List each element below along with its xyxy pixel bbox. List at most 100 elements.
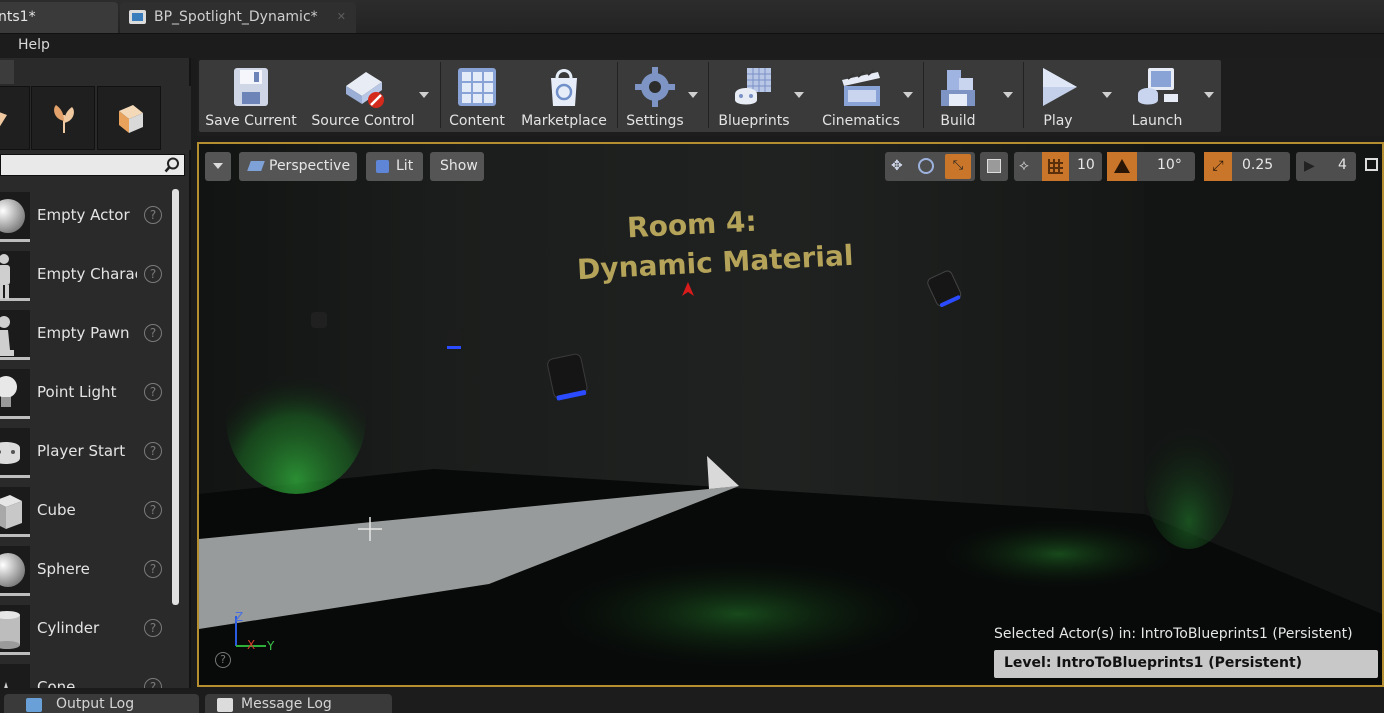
angle-icon — [1114, 159, 1130, 173]
modes-list-item[interactable]: Empty Pawn? — [0, 306, 172, 365]
modes-list-item[interactable]: Cylinder? — [0, 601, 172, 660]
launch-dropdown[interactable] — [1204, 92, 1214, 98]
launch-label: Launch — [1131, 113, 1183, 129]
blueprints-button[interactable]: Blueprints — [711, 60, 797, 132]
foliage-mode-button[interactable] — [31, 86, 95, 150]
tab-level[interactable]: nts1* — [0, 2, 118, 33]
camera-speed-value: 4 — [1338, 157, 1347, 173]
modes-list-item[interactable]: Player Start? — [0, 424, 172, 483]
transform-tools: ✥ ⤡ — [885, 152, 975, 181]
scale-snap-toggle[interactable]: ⤢ — [1204, 152, 1232, 181]
scale-icon[interactable]: ⤡ — [945, 154, 971, 179]
world-local-button[interactable] — [980, 152, 1008, 181]
axis-z-label: Z — [235, 610, 244, 624]
foliage-icon — [54, 105, 74, 133]
scene-render — [199, 144, 1382, 685]
play-dropdown[interactable] — [1102, 92, 1112, 98]
scale-snap-group: ⤢ 0.25 — [1204, 152, 1290, 181]
modes-list-item[interactable]: Empty Actor? — [0, 188, 172, 247]
help-icon[interactable]: ? — [144, 442, 162, 460]
cinematics-dropdown[interactable] — [903, 92, 913, 98]
help-icon[interactable]: ? — [144, 678, 162, 688]
blueprints-dropdown[interactable] — [794, 92, 804, 98]
menu-help[interactable]: Help — [18, 37, 50, 53]
marketplace-button[interactable]: Marketplace — [515, 60, 613, 132]
content-button[interactable]: Content — [443, 60, 511, 132]
modes-list-item[interactable]: Cone? — [0, 660, 172, 688]
source-control-dropdown[interactable] — [419, 92, 429, 98]
build-icon — [941, 70, 975, 106]
main-toolbar: Save Current Source Control Content Mark… — [197, 58, 1384, 136]
geometry-mode-button[interactable] — [97, 86, 161, 150]
source-control-icon — [346, 72, 384, 108]
help-icon[interactable]: ? — [215, 652, 231, 668]
build-button[interactable]: Build — [926, 60, 990, 132]
play-label: Play — [1043, 113, 1073, 129]
axis-x-label: X — [247, 638, 256, 652]
rotation-snap-value[interactable]: 10° — [1157, 157, 1182, 173]
modes-item-label: Sphere — [37, 560, 90, 578]
help-icon[interactable]: ? — [144, 619, 162, 637]
grid-snap-toggle[interactable] — [1042, 152, 1069, 181]
launch-icon — [1138, 68, 1178, 105]
perspective-button[interactable]: Perspective — [239, 152, 357, 181]
document-tab-bar: nts1* BP_Spotlight_Dynamic* ✕ — [0, 0, 1384, 34]
modes-panel-tab[interactable] — [0, 60, 14, 84]
modes-scrollbar[interactable] — [172, 189, 179, 605]
show-button[interactable]: Show — [430, 152, 484, 181]
source-control-button[interactable]: Source Control — [305, 60, 421, 132]
camera-icon: ▶ — [1304, 158, 1315, 174]
modes-item-list: Empty Actor? Empty Charac? Empty Pawn? Poin… — [0, 188, 176, 688]
modes-panel: Empty Actor? Empty Charac? Empty Pawn? Poin… — [0, 58, 191, 688]
save-current-button[interactable]: Save Current — [201, 60, 301, 132]
help-icon[interactable]: ? — [144, 383, 162, 401]
help-icon[interactable]: ? — [144, 501, 162, 519]
scale-snap-value[interactable]: 0.25 — [1242, 157, 1273, 173]
grid-snap-value[interactable]: 10 — [1077, 157, 1095, 173]
camera-speed-button[interactable]: ▶ 4 — [1296, 152, 1356, 181]
modes-list-item[interactable]: Cube? — [0, 483, 172, 542]
settings-button[interactable]: Settings — [620, 60, 690, 132]
modes-item-label: Cylinder — [37, 619, 100, 637]
lit-button[interactable]: Lit — [366, 152, 423, 181]
lit-label: Lit — [396, 158, 414, 174]
modes-list-item[interactable]: Point Light? — [0, 365, 172, 424]
tab-bp-spotlight-dynamic[interactable]: BP_Spotlight_Dynamic* ✕ — [120, 2, 356, 33]
save-current-label: Save Current — [205, 113, 297, 129]
viewport-options-button[interactable] — [205, 152, 231, 181]
tab-message-log[interactable]: Message Log — [205, 694, 392, 713]
place-mode-button[interactable] — [0, 86, 30, 150]
toolbar-separator — [923, 62, 924, 128]
help-icon[interactable]: ? — [144, 560, 162, 578]
cinematics-label: Cinematics — [822, 113, 900, 129]
help-icon[interactable]: ? — [144, 206, 162, 224]
rotation-snap-toggle[interactable] — [1107, 152, 1137, 181]
current-level-label: Level: IntroToBlueprints1 (Persistent) — [994, 650, 1378, 678]
translate-icon[interactable]: ✥ — [891, 158, 907, 174]
lit-icon — [376, 160, 389, 173]
rotate-icon[interactable] — [918, 158, 934, 174]
toolbar-separator — [708, 62, 709, 128]
chevron-down-icon — [213, 163, 223, 169]
search-input[interactable] — [0, 154, 185, 176]
maximize-icon[interactable] — [1365, 158, 1378, 171]
modes-list-item[interactable]: Empty Charac? — [0, 247, 172, 306]
build-dropdown[interactable] — [1003, 92, 1013, 98]
cinematics-button[interactable]: Cinematics — [814, 60, 908, 132]
tab-output-log[interactable]: Output Log — [4, 694, 199, 713]
rotation-snap-group: 10° — [1107, 152, 1195, 181]
help-icon[interactable]: ? — [144, 265, 162, 283]
spotlight-actor — [311, 312, 327, 328]
surface-snap-icon[interactable]: ⟡ — [1019, 156, 1029, 174]
blueprint-icon — [129, 10, 146, 24]
settings-dropdown[interactable] — [688, 92, 698, 98]
launch-button[interactable]: Launch — [1119, 60, 1195, 132]
level-viewport[interactable]: Room 4: Dynamic Material Perspective Lit… — [197, 142, 1384, 687]
modes-item-label: Empty Actor — [37, 206, 130, 224]
modes-list-item[interactable]: Sphere? — [0, 542, 172, 601]
save-icon — [234, 68, 268, 106]
help-icon[interactable]: ? — [144, 324, 162, 342]
toolbar-separator — [617, 62, 618, 128]
play-button[interactable]: Play — [1026, 60, 1090, 132]
close-icon[interactable]: ✕ — [337, 10, 346, 23]
